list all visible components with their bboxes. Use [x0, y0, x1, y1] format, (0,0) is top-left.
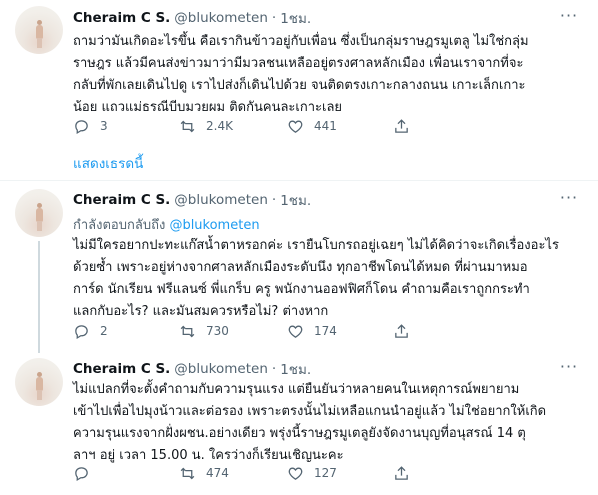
timestamp[interactable]: 1ชม. [280, 358, 311, 380]
tweet-text: ถามว่ามันเกิดอะไรขึ้น คือเรากินข้าวอยู่ก… [73, 34, 529, 115]
show-thread-link[interactable]: แสดงเธรดนี้ [73, 152, 143, 174]
more-icon[interactable]: ··· [558, 190, 580, 211]
thread-line [38, 241, 40, 353]
more-icon[interactable]: ··· [558, 359, 580, 380]
avatar[interactable] [15, 358, 63, 406]
author-name[interactable]: Cheraim C S. [73, 361, 170, 377]
like-button[interactable]: 174 [287, 321, 337, 341]
like-count: 174 [314, 324, 337, 338]
avatar[interactable] [15, 6, 63, 54]
like-button[interactable]: 127 [287, 463, 337, 483]
like-count: 441 [314, 119, 337, 133]
author-handle[interactable]: @blukometen [174, 192, 268, 208]
share-icon [395, 465, 408, 480]
replying-to: กำลังตอบกลับถึง @blukometen [73, 214, 260, 235]
reply-icon [75, 119, 88, 134]
retweet-icon [180, 120, 195, 132]
replying-to-label: กำลังตอบกลับถึง [73, 218, 166, 233]
more-icon[interactable]: ··· [558, 8, 580, 29]
like-icon [288, 325, 303, 338]
tweet-actions: 2 730 174 [73, 321, 473, 341]
separator-dot: · [271, 10, 277, 26]
replying-to-mention[interactable]: @blukometen [169, 218, 259, 233]
share-button[interactable] [393, 463, 410, 483]
author-name[interactable]: Cheraim C S. [73, 192, 170, 208]
retweet-icon [180, 467, 195, 479]
separator-dot: · [271, 192, 277, 208]
reply-button[interactable]: 2 [73, 321, 108, 341]
share-button[interactable] [393, 321, 410, 341]
tweet-header: Cheraim C S. @blukometen · 1ชม. [73, 359, 311, 379]
share-icon [395, 323, 408, 338]
tweet-3[interactable]: Cheraim C S. @blukometen · 1ชม. ··· ไม่แ… [0, 350, 598, 495]
tweet-actions: 474 127 [73, 463, 473, 483]
author-handle[interactable]: @blukometen [174, 361, 268, 377]
share-button[interactable] [393, 116, 410, 136]
tweet-header: Cheraim C S. @blukometen · 1ชม. [73, 8, 311, 28]
retweet-button[interactable]: 730 [179, 321, 229, 341]
tweet-header: Cheraim C S. @blukometen · 1ชม. [73, 190, 311, 210]
like-count: 127 [314, 466, 337, 480]
reply-button[interactable]: 3 [73, 116, 108, 136]
retweet-count: 2.4K [206, 119, 233, 133]
tweet-text: ไม่แปลกที่จะตั้งคำถามกับความรุนแรง แต่ยื… [73, 382, 547, 463]
separator-dot: · [271, 361, 277, 377]
timestamp[interactable]: 1ชม. [280, 189, 311, 211]
reply-count: 3 [100, 119, 108, 133]
like-icon [288, 120, 303, 133]
timestamp[interactable]: 1ชม. [280, 7, 311, 29]
tweet-1[interactable]: Cheraim C S. @blukometen · 1ชม. ··· ถามว… [0, 0, 598, 150]
author-name[interactable]: Cheraim C S. [73, 10, 170, 26]
retweet-button[interactable]: 2.4K [179, 116, 233, 136]
retweet-button[interactable]: 474 [179, 463, 229, 483]
tweet-actions: 3 2.4K 441 [73, 116, 473, 136]
like-icon [288, 467, 303, 480]
reply-button[interactable] [73, 463, 100, 483]
reply-icon [75, 324, 88, 339]
reply-count: 2 [100, 324, 108, 338]
share-icon [395, 118, 408, 133]
tweet-text: ไม่มีใครอยากปะทะแก๊สน้ำตาหรอกค่ะ เรายืนโ… [73, 238, 559, 319]
retweet-icon [180, 325, 195, 337]
tweet-2[interactable]: Cheraim C S. @blukometen · 1ชม. ··· กำลั… [0, 181, 598, 353]
retweet-count: 474 [206, 466, 229, 480]
avatar[interactable] [15, 189, 63, 237]
author-handle[interactable]: @blukometen [174, 10, 268, 26]
reply-icon [75, 466, 88, 481]
like-button[interactable]: 441 [287, 116, 337, 136]
retweet-count: 730 [206, 324, 229, 338]
